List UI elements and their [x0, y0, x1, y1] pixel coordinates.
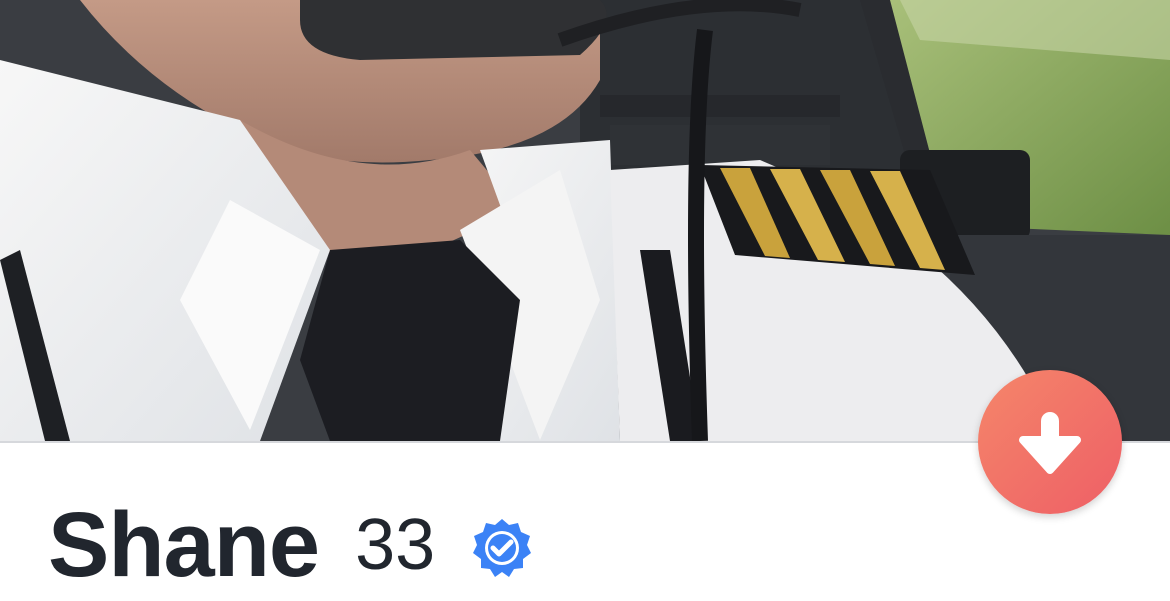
- expand-profile-button[interactable]: [978, 370, 1122, 514]
- profile-photo[interactable]: [0, 0, 1170, 441]
- profile-photo-image: [0, 0, 1170, 441]
- profile-name: Shane: [48, 494, 320, 596]
- arrow-down-icon: [1019, 412, 1081, 474]
- verified-badge-icon: [473, 519, 532, 577]
- profile-age: 33: [355, 505, 436, 585]
- profile-info: Shane 33: [48, 494, 533, 596]
